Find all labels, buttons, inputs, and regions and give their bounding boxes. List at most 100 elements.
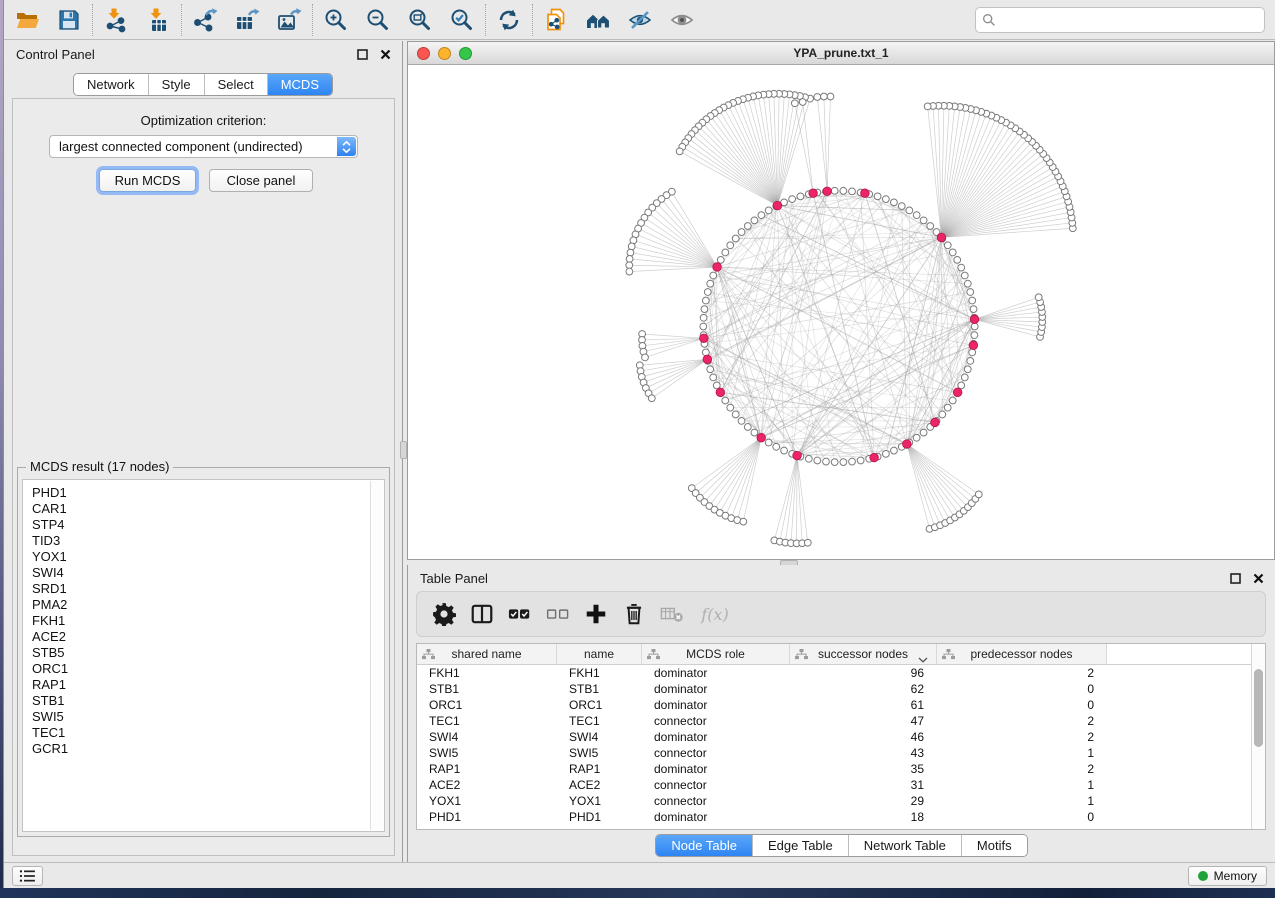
zoom-selected-button[interactable] (447, 5, 477, 35)
clone-network-icon (543, 7, 569, 33)
table-row[interactable]: PHD1PHD1dominator180 (417, 809, 1265, 825)
column-header-shared-name[interactable]: shared name (417, 644, 557, 664)
zoom-fit-button[interactable] (405, 5, 435, 35)
control-panel-float-button[interactable] (356, 48, 369, 61)
table-row[interactable]: FKH1FKH1dominator962 (417, 665, 1265, 681)
network-node (920, 429, 927, 436)
open-file-button[interactable] (12, 5, 42, 35)
mcds-result-item[interactable]: SWI5 (32, 709, 375, 725)
network-node (971, 323, 978, 330)
mcds-result-item[interactable]: YOX1 (32, 549, 375, 565)
mcds-result-item[interactable]: GCR1 (32, 741, 375, 757)
mcds-result-item[interactable]: PMA2 (32, 597, 375, 613)
network-node (805, 455, 812, 462)
table-row[interactable]: ORC1ORC1dominator610 (417, 697, 1265, 713)
column-header-label: successor nodes (818, 647, 908, 661)
tab-motifs[interactable]: Motifs (961, 835, 1027, 856)
network-node (898, 203, 905, 210)
select-all-columns-button[interactable] (507, 601, 533, 627)
tab-mcds[interactable]: MCDS (267, 74, 332, 95)
network-node (975, 491, 982, 498)
mcds-result-item[interactable]: FKH1 (32, 613, 375, 629)
table-cell: ACE2 (417, 777, 557, 793)
delete-column-button[interactable] (621, 601, 647, 627)
network-node (958, 382, 965, 389)
zoom-in-button[interactable] (321, 5, 351, 35)
table-cell: dominator (642, 809, 790, 825)
column-header-label: shared name (451, 647, 521, 661)
import-table-button[interactable] (143, 5, 173, 35)
network-node (954, 256, 961, 263)
search-input[interactable] (975, 7, 1265, 33)
network-canvas[interactable] (408, 65, 1274, 559)
table-row[interactable]: TEC1TEC1connector472 (417, 713, 1265, 729)
mcds-result-item[interactable]: ACE2 (32, 629, 375, 645)
table-scrollbar-thumb[interactable] (1254, 669, 1263, 747)
hide-selected-button[interactable] (625, 5, 655, 35)
column-header-successor-nodes[interactable]: successor nodes (790, 644, 937, 664)
column-header-predecessor-nodes[interactable]: predecessor nodes (937, 644, 1107, 664)
refresh-network-button[interactable] (494, 5, 524, 35)
vertical-splitter-handle[interactable] (400, 441, 407, 459)
network-node (927, 223, 934, 230)
table-panel-close-button[interactable] (1252, 572, 1265, 585)
column-header-MCDS-role[interactable]: MCDS role (642, 644, 790, 664)
table-cell: 2 (937, 665, 1107, 681)
mcds-result-item[interactable]: CAR1 (32, 501, 375, 517)
run-mcds-button[interactable]: Run MCDS (99, 169, 196, 192)
table-scrollbar[interactable] (1251, 644, 1265, 829)
table-row[interactable]: SWI4SWI4dominator462 (417, 729, 1265, 745)
mcds-result-title: MCDS result (17 nodes) (26, 459, 173, 474)
clone-network-button[interactable] (541, 5, 571, 35)
table-panel-float-button[interactable] (1229, 572, 1242, 585)
mcds-result-item[interactable]: RAP1 (32, 677, 375, 693)
mcds-result-item[interactable]: STP4 (32, 517, 375, 533)
mcds-result-item[interactable]: PHD1 (32, 485, 375, 501)
criterion-select[interactable]: largest connected component (undirected) (49, 135, 358, 158)
mcds-result-item[interactable]: SRD1 (32, 581, 375, 597)
tab-network-table[interactable]: Network Table (848, 835, 961, 856)
mcds-result-item[interactable]: SWI4 (32, 565, 375, 581)
import-network-button[interactable] (101, 5, 131, 35)
hierarchy-icon (422, 649, 435, 660)
show-all-button[interactable] (667, 5, 697, 35)
table-row[interactable]: SWI5SWI5connector431 (417, 745, 1265, 761)
mcds-result-item[interactable]: ORC1 (32, 661, 375, 677)
mcds-result-item[interactable]: TID3 (32, 533, 375, 549)
export-network-button[interactable] (190, 5, 220, 35)
export-table-button[interactable] (232, 5, 262, 35)
table-cell: SWI5 (417, 745, 557, 761)
network-node (717, 256, 724, 263)
tab-edge-table[interactable]: Edge Table (752, 835, 848, 856)
export-image-button[interactable] (274, 5, 304, 35)
unselect-all-columns-button[interactable] (545, 601, 571, 627)
tab-select[interactable]: Select (204, 74, 267, 95)
show-columns-button[interactable] (469, 601, 495, 627)
mcds-result-item[interactable]: STB5 (32, 645, 375, 661)
zoom-out-button[interactable] (363, 5, 393, 35)
mcds-list-scrollbar[interactable] (370, 481, 383, 830)
memory-button[interactable]: Memory (1188, 866, 1267, 886)
toolbar-separator (485, 4, 486, 36)
add-column-button[interactable] (583, 601, 609, 627)
tab-network[interactable]: Network (74, 74, 148, 95)
network-node (702, 297, 709, 304)
table-row[interactable]: STB1STB1dominator620 (417, 681, 1265, 697)
tab-style[interactable]: Style (148, 74, 204, 95)
header-filler (1107, 644, 1265, 664)
mcds-result-item[interactable]: STB1 (32, 693, 375, 709)
table-row[interactable]: ACE2ACE2connector311 (417, 777, 1265, 793)
network-node (727, 404, 734, 411)
close-panel-button[interactable]: Close panel (209, 169, 313, 192)
task-history-button[interactable] (12, 866, 43, 886)
mcds-result-item[interactable]: TEC1 (32, 725, 375, 741)
network-node (700, 314, 707, 321)
first-neighbors-button[interactable] (583, 5, 613, 35)
save-session-button[interactable] (54, 5, 84, 35)
control-panel-close-button[interactable] (379, 48, 392, 61)
table-settings-button[interactable] (431, 601, 457, 627)
table-row[interactable]: RAP1RAP1dominator352 (417, 761, 1265, 777)
column-header-name[interactable]: name (557, 644, 642, 664)
table-row[interactable]: YOX1YOX1connector291 (417, 793, 1265, 809)
tab-node-table[interactable]: Node Table (656, 835, 752, 856)
